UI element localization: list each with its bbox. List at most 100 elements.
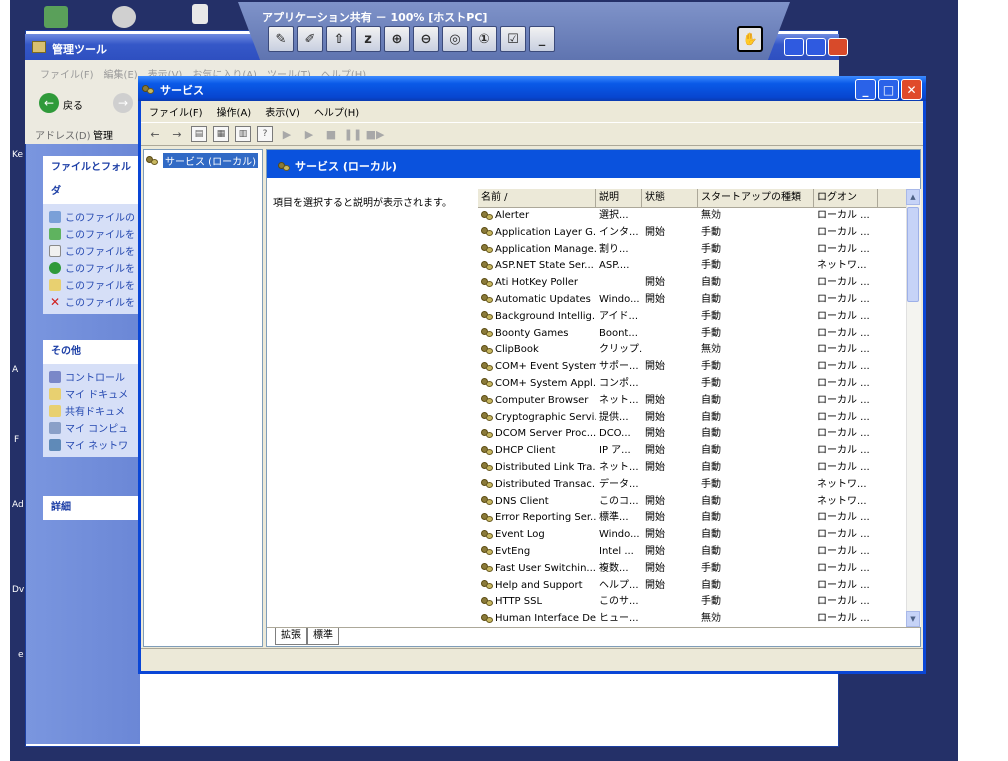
task-link[interactable]: マイ ネットワ [49,436,137,453]
service-description-cell: IP ア... [599,445,631,457]
table-row[interactable]: Event Log Windo... 開始 自動 ローカル ... [478,527,906,544]
back-icon[interactable]: ← [147,126,163,142]
task-link[interactable]: コントロール [49,368,137,385]
column-status[interactable]: 状態 [642,189,698,207]
z-icon[interactable]: z [355,26,381,52]
check-icon[interactable]: ☑ [500,26,526,52]
back-maximize-button[interactable] [806,38,826,56]
service-description-cell: ネット... [599,461,639,473]
other-places-title[interactable]: その他 [43,340,143,364]
table-row[interactable]: Application Manage... 割り... 手動 ローカル ... [478,242,906,259]
table-row[interactable]: Cryptographic Servi... 提供... 開始 自動 ローカル ... [478,410,906,427]
service-name-cell: Human Interface De... [478,611,596,626]
tab-extended[interactable]: 拡張 [275,628,307,645]
table-row[interactable]: Human Interface De... ヒュー... 無効 ローカル ... [478,611,906,626]
task-link[interactable]: このファイルを [49,225,137,242]
close-button[interactable]: ✕ [901,79,922,100]
back-arrow-icon[interactable]: ← [39,93,59,113]
properties-icon[interactable]: ▦ [213,126,229,142]
table-row[interactable]: EvtEng Intel ... 開始 自動 ローカル ... [478,544,906,561]
table-row[interactable]: ClipBook クリップ... 無効 ローカル ... [478,342,906,359]
tab-standard[interactable]: 標準 [307,628,339,645]
menu-help[interactable]: ヘルプ(H) [314,104,359,119]
table-row[interactable]: Fast User Switchin... 複数... 開始 手動 ローカル ... [478,561,906,578]
table-row[interactable]: COM+ System Appl... コンポ... 手動 ローカル ... [478,376,906,393]
restart-icon[interactable]: ■▶ [366,126,385,142]
service-gear-icon [481,512,493,522]
scroll-thumb[interactable] [907,207,919,302]
start-icon[interactable]: ▶ [279,126,295,142]
service-gear-icon [481,412,493,422]
zoom-actual-icon[interactable]: ① [471,26,497,52]
task-link[interactable]: このファイルを [49,242,137,259]
table-row[interactable]: Automatic Updates Windo... 開始 自動 ローカル ... [478,292,906,309]
task-link[interactable]: ✕ このファイルを [49,293,137,310]
help-icon[interactable]: ? [257,126,273,142]
task-link[interactable]: マイ ドキュメ [49,385,137,402]
table-row[interactable]: DNS Client このコ... 開始 自動 ネットワ... [478,494,906,511]
back-button-label[interactable]: 戻る [63,97,83,112]
zoom-fit-icon[interactable]: ◎ [442,26,468,52]
table-row[interactable]: Distributed Transac... データ... 手動 ネットワ... [478,477,906,494]
forward-icon[interactable]: → [169,126,185,142]
task-link[interactable]: このファイルを [49,259,137,276]
desktop-icon[interactable] [44,6,68,28]
maximize-button[interactable]: □ [878,79,899,100]
table-row[interactable]: Error Reporting Ser... 標準... 開始 自動 ローカル ... [478,510,906,527]
stop-icon[interactable]: ■ [323,126,339,142]
menu-file[interactable]: ファイル(F) [149,104,203,119]
pen-icon[interactable]: ✎ [268,26,294,52]
tree-item-services-local[interactable]: サービス (ローカル) [146,152,258,168]
pin-icon[interactable]: ✋ [737,26,763,52]
table-row[interactable]: ASP.NET State Ser... ASP.... 手動 ネットワ... [478,258,906,275]
column-startup-type[interactable]: スタートアップの種類 [698,189,814,207]
task-link[interactable]: このファイルの [49,208,137,225]
address-value[interactable]: 管理 [93,127,113,142]
service-name: Help and Support [495,579,583,591]
services-titlebar[interactable] [138,76,926,101]
minimize-button[interactable]: _ [855,79,876,100]
details-title[interactable]: 詳細 [43,496,143,520]
service-gear-icon [481,361,493,371]
upload-icon[interactable]: ⇧ [326,26,352,52]
table-row[interactable]: Ati HotKey Poller 開始 自動 ローカル ... [478,275,906,292]
zoom-in-icon[interactable]: ⊕ [384,26,410,52]
column-logon[interactable]: ログオン [814,189,878,207]
start-alt-icon[interactable]: ▶ [301,126,317,142]
back-close-button[interactable] [828,38,848,56]
table-row[interactable]: Boonty Games Boont... 手動 ローカル ... [478,326,906,343]
table-row[interactable]: Application Layer G... インタ... 開始 手動 ローカル ... [478,225,906,242]
table-row[interactable]: Alerter 選択... 無効 ローカル ... [478,208,906,225]
task-link[interactable]: このファイルを する [49,276,137,293]
console-tree-icon[interactable]: ▤ [191,126,207,142]
pause-icon[interactable]: ❚❚ [344,126,362,142]
menu-action[interactable]: 操作(A) [217,104,252,119]
back-minimize-button[interactable] [784,38,804,56]
table-row[interactable]: COM+ Event System サポー... 開始 手動 ローカル ... [478,359,906,376]
table-row[interactable]: Background Intellig... アイド... 手動 ローカル ... [478,309,906,326]
zoom-out-icon[interactable]: ⊖ [413,26,439,52]
forward-arrow-icon[interactable]: → [113,93,133,113]
desktop-icon[interactable] [112,6,136,28]
table-row[interactable]: DHCP Client IP ア... 開始 自動 ローカル ... [478,443,906,460]
table-row[interactable]: Help and Support ヘルプ... 開始 自動 ローカル ... [478,578,906,595]
task-link[interactable]: 共有ドキュメ [49,402,137,419]
table-row[interactable]: DCOM Server Proc... DCO... 開始 自動 ローカル ... [478,426,906,443]
table-row[interactable]: Distributed Link Tra... ネット... 開始 自動 ローカル ..… [478,460,906,477]
scroll-down-icon[interactable]: ▼ [906,611,920,627]
export-list-icon[interactable]: ▥ [235,126,251,142]
column-description[interactable]: 説明 [596,189,642,207]
desktop-icon-label: A [12,365,19,375]
menu-view[interactable]: 表示(V) [265,104,300,119]
edit-icon[interactable]: ✐ [297,26,323,52]
table-row[interactable]: Computer Browser ネット... 開始 自動 ローカル ... [478,393,906,410]
minimize-icon[interactable]: _ [529,26,555,52]
desktop-icon[interactable] [192,4,208,24]
task-link[interactable]: マイ コンピュ [49,419,137,436]
scroll-up-icon[interactable]: ▲ [906,189,920,205]
service-logon: ローカル ... [817,310,870,322]
service-startup-type: 手動 [701,478,721,490]
table-row[interactable]: HTTP SSL このサ... 手動 ローカル ... [478,594,906,611]
file-tasks-title[interactable]: ファイルとフォルダ [43,156,143,204]
column-name[interactable]: 名前 / [478,189,596,207]
